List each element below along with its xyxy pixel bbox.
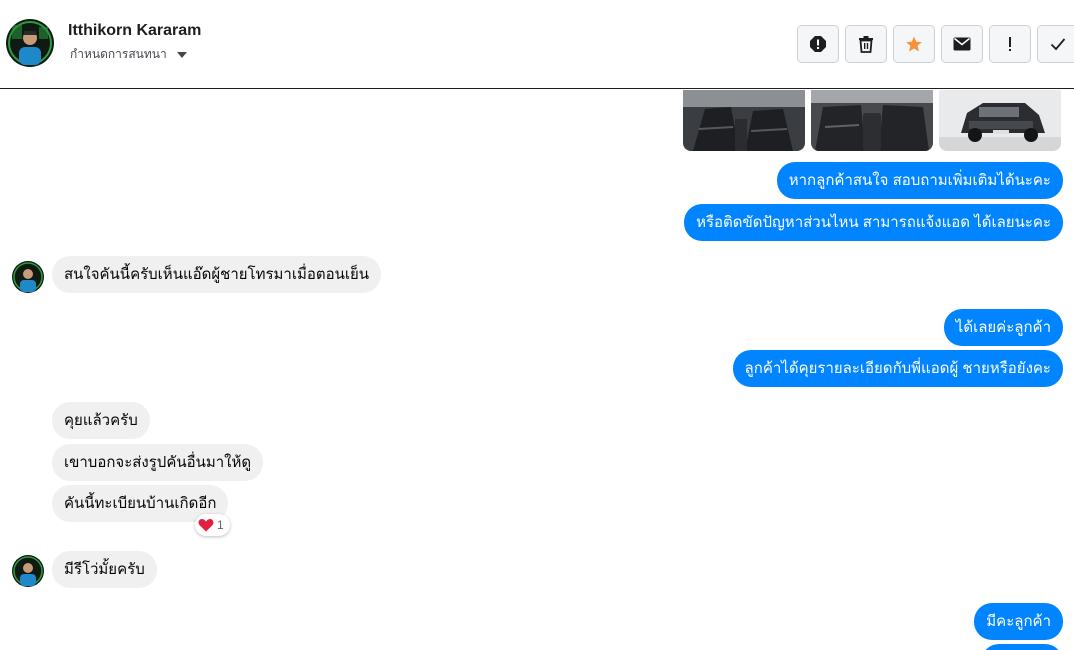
report-icon (810, 36, 826, 52)
mark-unread-button[interactable] (941, 25, 983, 63)
contact-name[interactable]: Itthikorn Kararam (68, 22, 201, 40)
mail-icon (953, 37, 971, 51)
car-interior-photo-2[interactable] (811, 90, 933, 151)
outgoing-message-partial[interactable] (981, 644, 1063, 650)
avatar[interactable] (12, 555, 44, 587)
conversation-schedule-label: กำหนดการสนทนา (70, 47, 167, 61)
caret-down-icon (176, 51, 187, 58)
outgoing-message[interactable]: ลูกค้าได้คุยรายละเอียดกับพี่แอดผู้ ชายหร… (732, 350, 1063, 387)
conversation-header: Itthikorn Kararam กำหนดการสนทนา (0, 0, 1074, 89)
incoming-message[interactable]: คุยแล้วครับ (52, 402, 150, 439)
outgoing-message[interactable]: มีคะลูกค้า (974, 603, 1063, 640)
important-icon (1009, 37, 1011, 51)
mark-important-button[interactable] (989, 25, 1031, 63)
message-thread[interactable]: หากลูกค้าสนใจ สอบถามเพิ่มเติมได้นะคะ หรื… (0, 90, 1074, 650)
reaction-count: 1 (217, 518, 224, 532)
delete-button[interactable] (845, 25, 887, 63)
star-button[interactable] (893, 25, 935, 63)
outgoing-message[interactable]: ได้เลยค่ะลูกค้า (943, 309, 1063, 346)
trash-icon (859, 36, 873, 53)
mark-done-button[interactable] (1037, 25, 1074, 63)
car-exterior-photo[interactable] (939, 90, 1061, 151)
conversation-schedule[interactable]: กำหนดการสนทนา (70, 45, 187, 64)
heart-icon (198, 519, 214, 532)
outgoing-message[interactable]: หากลูกค้าสนใจ สอบถามเพิ่มเติมได้นะคะ (776, 162, 1063, 199)
car-interior-photo-1[interactable] (683, 90, 805, 151)
incoming-message[interactable]: เขาบอกจะส่งรูปคันอื่นมาให้ดู (52, 444, 264, 481)
message-reaction[interactable]: 1 (195, 514, 230, 536)
incoming-message[interactable]: มีรีโว่มั้ยครับ (52, 551, 157, 588)
avatar[interactable] (6, 19, 54, 67)
incoming-message[interactable]: สนใจคันนี้ครับเห็นแอ๊ดผู้ชายโทรมาเมื่อตอ… (52, 256, 382, 293)
star-icon (906, 36, 922, 52)
outgoing-message[interactable]: หรือติดขัดปัญหาส่วนไหน สามารถแจ้งแอด ได้… (684, 204, 1063, 241)
check-icon (1050, 38, 1065, 51)
report-spam-button[interactable] (797, 25, 839, 63)
avatar[interactable] (12, 261, 44, 293)
